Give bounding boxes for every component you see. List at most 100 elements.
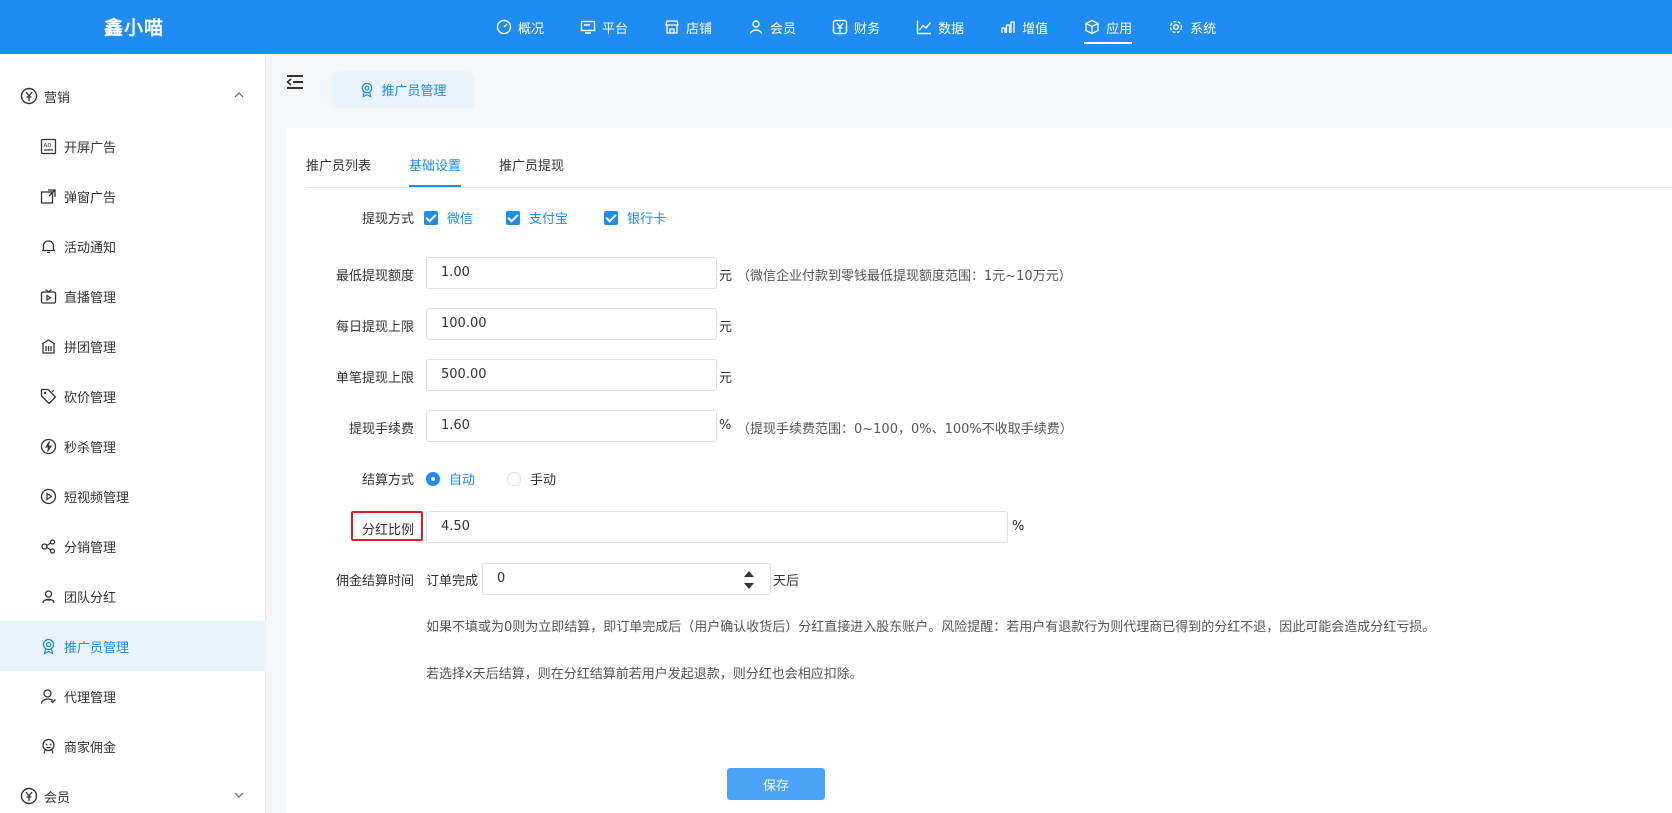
sidebar-item-merchant-commission[interactable]: 商家佣金	[0, 721, 266, 771]
nav-item-platform[interactable]: 平台	[580, 0, 628, 54]
withdraw-method-label: 提现方式	[361, 212, 414, 227]
nav-item-label: 概况	[518, 21, 545, 37]
dividend-ratio-label: 分红比例	[361, 523, 414, 538]
share-icon	[41, 538, 56, 554]
radio-selected-icon	[426, 471, 440, 486]
tab-promoter-withdraw[interactable]: 推广员提现	[499, 155, 564, 187]
checkbox-alipay[interactable]: 支付宝	[506, 208, 568, 227]
menu-fold-icon[interactable]	[286, 74, 304, 90]
merchant-icon	[42, 738, 55, 754]
nav-item-data[interactable]: 数据	[916, 0, 964, 54]
stepper-down-icon[interactable]	[744, 583, 754, 589]
tab-promoter-list[interactable]: 推广员列表	[306, 155, 371, 187]
yen-circle-icon	[20, 87, 38, 105]
commission-days-input[interactable]: 0	[482, 563, 771, 595]
settle-method-label: 结算方式	[361, 473, 414, 488]
sidebar-item-agent[interactable]: 代理管理	[0, 671, 266, 721]
radio-label: 自动	[449, 473, 476, 488]
sidebar-item-flash-sale[interactable]: 秒杀管理	[0, 421, 266, 471]
nav-item-overview[interactable]: 概况	[496, 0, 544, 54]
sidebar-item-bargain[interactable]: 砍价管理	[0, 371, 266, 421]
sidebar-item-label: 推广员管理	[64, 640, 130, 656]
nav-item-label: 数据	[938, 21, 965, 37]
sidebar-item-distribution[interactable]: 分销管理	[0, 521, 266, 571]
page-tab-label: 推广员管理	[381, 84, 447, 99]
sidebar-item-promoter[interactable]: 推广员管理	[0, 621, 266, 671]
monitor-icon	[580, 20, 596, 34]
commission-time-prefix: 订单完成	[426, 574, 479, 589]
nav-item-label: 增值	[1022, 21, 1049, 37]
sidebar-item-label: 分销管理	[64, 540, 117, 556]
sidebar-item-activity-notice[interactable]: 活动通知	[0, 221, 266, 271]
main-panel	[286, 128, 1672, 813]
checkbox-checked-icon	[604, 210, 618, 225]
stepper-up-icon[interactable]	[744, 571, 754, 577]
user-icon	[749, 20, 763, 34]
single-limit-input[interactable]: 500.00	[426, 359, 717, 391]
nav-item-store[interactable]: 店铺	[664, 0, 712, 54]
commission-time-suffix: 天后	[773, 574, 800, 589]
withdraw-fee-input[interactable]: 1.60	[426, 410, 717, 442]
chevron-up-icon	[234, 92, 244, 98]
sidebar-item-splash-ad[interactable]: AD 开屏广告	[0, 121, 266, 171]
checkbox-checked-icon	[506, 210, 520, 225]
bar-chart-icon	[1001, 21, 1015, 33]
checkbox-bank-card[interactable]: 银行卡	[604, 208, 666, 227]
radio-auto[interactable]: 自动	[426, 469, 475, 488]
line-chart-icon	[916, 20, 932, 35]
number-stepper[interactable]	[740, 565, 758, 595]
yen-circle-icon	[20, 787, 38, 805]
nav-item-apps[interactable]: 应用	[1084, 0, 1133, 54]
radio-manual[interactable]: 手动	[507, 469, 556, 488]
min-withdraw-label: 最低提现额度	[335, 269, 414, 284]
nav-item-label: 店铺	[686, 21, 713, 37]
sidebar-item-label: 代理管理	[64, 690, 117, 706]
checkbox-label: 银行卡	[627, 212, 667, 227]
checkbox-label: 微信	[447, 212, 474, 227]
withdraw-fee-hint: （提现手续费范围：0~100，0%、100%不收取手续费）	[737, 422, 1073, 437]
live-tv-icon	[40, 288, 57, 304]
nav-item-label: 平台	[602, 21, 629, 37]
min-withdraw-hint: （微信企业付款到零钱最低提现额度范围：1元~10万元）	[737, 269, 1072, 284]
lightning-icon	[40, 438, 57, 454]
save-button[interactable]: 保存	[727, 768, 825, 800]
brand-logo[interactable]: 鑫小喵	[104, 13, 164, 40]
radio-unselected-icon	[507, 471, 521, 486]
sidebar-item-team-dividend[interactable]: 团队分红	[0, 571, 266, 621]
daily-limit-input[interactable]: 100.00	[426, 308, 717, 340]
nav-item-value-added[interactable]: 增值	[1000, 0, 1048, 54]
group-buy-icon	[41, 338, 56, 354]
nav-item-finance[interactable]: 财务	[832, 0, 880, 54]
sidebar-group-marketing[interactable]: 营销	[0, 76, 266, 116]
sidebar: 营销 AD 开屏广告 弹窗广告 活动通知 直播管理 拼团管理 砍价管理 秒杀管理…	[0, 54, 266, 813]
nav-item-label: 应用	[1106, 21, 1133, 37]
sidebar-item-label: 短视频管理	[64, 490, 130, 506]
svg-text:AD: AD	[44, 143, 52, 149]
sidebar-group-member[interactable]: 会员	[0, 776, 266, 813]
checkbox-checked-icon	[424, 210, 438, 225]
commission-note-1: 如果不填或为0则为立即结算，即订单完成后（用户确认收货后）分红直接进入股东账户。…	[426, 620, 1436, 635]
page-tab-promoter[interactable]: 推广员管理	[332, 71, 474, 108]
nav-item-system[interactable]: 系统	[1168, 0, 1216, 54]
sidebar-item-label: 秒杀管理	[64, 440, 117, 456]
promoter-icon	[362, 82, 373, 98]
sidebar-item-label: 活动通知	[64, 240, 117, 256]
sidebar-item-group-buy[interactable]: 拼团管理	[0, 321, 266, 371]
gear-icon	[1169, 20, 1183, 34]
sidebar-item-live[interactable]: 直播管理	[0, 271, 266, 321]
tab-basic-settings[interactable]: 基础设置	[409, 155, 462, 187]
nav-item-label: 财务	[854, 21, 881, 37]
min-withdraw-input[interactable]: 1.00	[426, 257, 717, 289]
tabs-divider	[306, 187, 1672, 188]
checkbox-wechat[interactable]: 微信	[424, 208, 473, 227]
price-tag-icon	[40, 388, 57, 404]
dividend-ratio-input[interactable]: 4.50	[426, 511, 1008, 543]
sidebar-item-label: 砍价管理	[64, 390, 117, 406]
min-withdraw-unit: 元	[719, 269, 733, 284]
sidebar-group-label: 会员	[44, 790, 71, 806]
sidebar-item-popup-ad[interactable]: 弹窗广告	[0, 171, 266, 221]
nav-item-member[interactable]: 会员	[748, 0, 796, 54]
yen-icon	[832, 19, 848, 35]
bell-icon	[42, 239, 55, 253]
sidebar-item-short-video[interactable]: 短视频管理	[0, 471, 266, 521]
